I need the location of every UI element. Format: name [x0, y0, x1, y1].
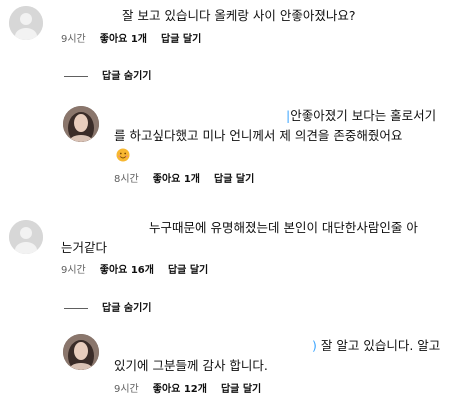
replier-avatar[interactable]	[63, 106, 99, 142]
reply-button[interactable]: 답글 달기	[214, 174, 254, 185]
commenter-avatar[interactable]	[9, 6, 43, 40]
reply-time: 9시간	[114, 384, 139, 395]
comment-time: 9시간	[61, 34, 86, 45]
reply-meta: 8시간 좋아요 1개 답글 달기	[114, 173, 254, 187]
profile-photo	[63, 106, 99, 142]
comment-meta: 9시간 좋아요 16개 답글 달기	[61, 264, 208, 278]
reply-text: |안좋아졌기 보다는 홀로서기 를 하고싶다했고 미나 언니께서 제 의견을 존…	[114, 108, 437, 143]
hide-replies-button[interactable]: 답글 숨기기	[64, 302, 151, 316]
reply-button[interactable]: 답글 달기	[161, 34, 201, 45]
person-icon	[9, 220, 43, 254]
reply-time: 8시간	[114, 174, 139, 185]
profile-photo	[63, 334, 99, 370]
commenter-avatar[interactable]	[9, 220, 43, 254]
comment-time: 9시간	[61, 265, 86, 276]
smile-emoji-icon	[116, 148, 130, 162]
hide-replies-button[interactable]: 답글 숨기기	[64, 70, 151, 84]
reply-button[interactable]: 답글 달기	[168, 265, 208, 276]
replier-avatar[interactable]	[63, 334, 99, 370]
like-count[interactable]: 좋아요 1개	[153, 174, 200, 185]
like-count[interactable]: 좋아요 16개	[100, 265, 154, 276]
divider-dash	[64, 75, 88, 77]
like-count[interactable]: 좋아요 1개	[100, 34, 147, 45]
reply-meta: 9시간 좋아요 12개 답글 달기	[114, 383, 261, 397]
divider-dash	[64, 307, 88, 309]
reply-prefix: )	[312, 338, 317, 353]
comment-meta: 9시간 좋아요 1개 답글 달기	[61, 33, 201, 47]
reply-button[interactable]: 답글 달기	[221, 384, 261, 395]
person-icon	[9, 6, 43, 40]
comment-text: 잘 보고 있습니다 올케랑 사이 안좋아졌나요?	[122, 8, 356, 23]
reply-text: ) 잘 알고 있습니다. 알고 있기에 그분들께 감사 합니다.	[114, 338, 441, 373]
like-count[interactable]: 좋아요 12개	[153, 384, 207, 395]
comment-text: 누구때문에 유명해졌는데 본인이 대단한사람인줄 아 는거같다	[61, 220, 418, 255]
